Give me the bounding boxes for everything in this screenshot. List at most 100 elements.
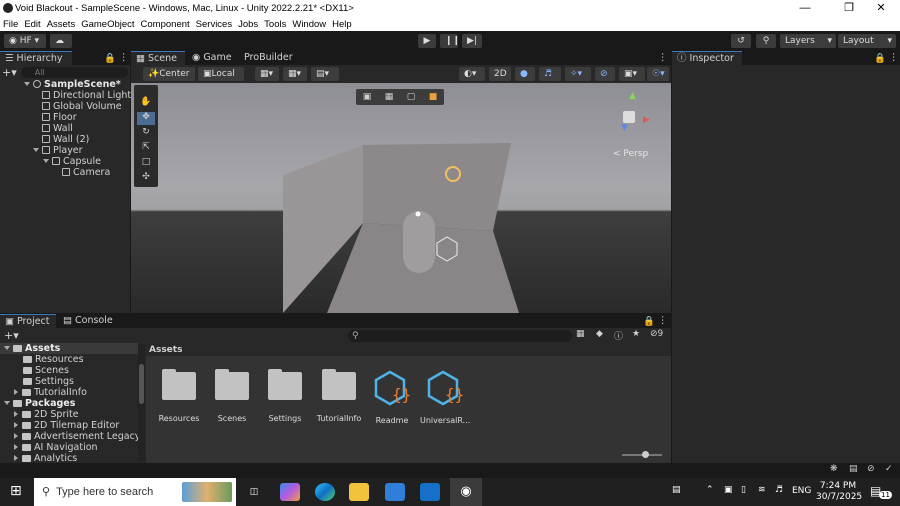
asset-tile[interactable]: Scenes [207, 369, 257, 423]
more-menu-icon[interactable]: ⋮ [658, 51, 668, 65]
tab-console[interactable]: ▤ Console [58, 314, 118, 328]
menu-assets[interactable]: Assets [47, 19, 76, 30]
object-mode-icon[interactable]: ▣ [363, 92, 372, 102]
menu-jobs[interactable]: Jobs [238, 19, 258, 30]
clock[interactable]: 7:24 PM 30/7/2025 [816, 481, 862, 503]
tree-scrollbar[interactable] [138, 344, 145, 462]
gizmos-toggle-icon[interactable]: ☉▾ [647, 67, 669, 81]
search-by-label-icon[interactable]: ◆ [596, 329, 603, 339]
lock-icon[interactable]: 🔒 [874, 52, 886, 66]
asset-tile[interactable]: TutorialInfo [314, 369, 364, 423]
menu-component[interactable]: Component [141, 19, 190, 30]
account-dropdown[interactable]: ◉ HF ▾ [4, 34, 46, 48]
render-mode-icon[interactable]: ▤▾ [311, 67, 339, 81]
volume-icon[interactable]: ♬ [775, 485, 783, 495]
step-button[interactable]: ▶| [462, 34, 482, 48]
hand-tool-icon[interactable]: ✋ [137, 97, 155, 110]
zoom-slider[interactable] [622, 451, 662, 458]
menu-edit[interactable]: Edit [24, 19, 40, 30]
minimize-button[interactable]: — [786, 0, 824, 17]
transform-tool-icon[interactable]: ✣ [137, 172, 155, 185]
tree-item[interactable]: Resources [23, 354, 84, 365]
asset-tile[interactable]: {} Readme [367, 368, 417, 425]
lighting-toggle-icon[interactable]: ● [515, 67, 535, 81]
battery-icon[interactable]: ▯ [741, 485, 746, 495]
tab-hierarchy[interactable]: ☰ Hierarchy [0, 51, 72, 65]
audio-toggle-icon[interactable]: ♬ [539, 67, 561, 81]
tree-item[interactable]: Advertisement Legacy [14, 431, 140, 442]
close-window-button[interactable]: ✕ [862, 0, 900, 17]
layout-dropdown[interactable]: Layout ▾ [838, 34, 896, 48]
scene-root[interactable]: SampleScene* [24, 79, 121, 90]
tree-scrollbar-thumb[interactable] [139, 364, 144, 404]
taskbar-search-box[interactable]: ⚲ Type here to search [34, 478, 236, 506]
tab-inspector[interactable]: ⓘ Inspector [672, 51, 742, 65]
hierarchy-item[interactable]: Camera [62, 167, 110, 178]
history-icon[interactable]: ↺ [731, 34, 751, 48]
asset-tile[interactable]: {} UniversalR... [420, 368, 470, 425]
scene-visibility-icon[interactable]: ⊘ [595, 67, 615, 81]
face-mode-icon[interactable]: ■ [429, 92, 438, 102]
hierarchy-item[interactable]: Wall (2) [42, 134, 89, 145]
tab-game[interactable]: ◉ Game [187, 51, 237, 65]
hierarchy-item[interactable]: Floor [42, 112, 77, 123]
tab-scene[interactable]: ▦ Scene [131, 51, 185, 65]
tree-item[interactable]: Scenes [23, 365, 69, 376]
edge-mode-icon[interactable]: ▢ [407, 92, 416, 102]
asset-tile[interactable]: Settings [260, 369, 310, 423]
menu-window[interactable]: Window [292, 19, 326, 30]
shading-mode-icon[interactable]: ◐▾ [459, 67, 485, 81]
pivot-local-dropdown[interactable]: ▣Local ▾ [198, 67, 244, 93]
move-tool-icon[interactable]: ✥ [137, 112, 155, 125]
favorite-star-icon[interactable]: ★ [632, 329, 640, 339]
search-by-type-icon[interactable]: ▦ [576, 329, 585, 339]
tree-assets[interactable]: Assets [0, 343, 138, 354]
tree-item[interactable]: AI Navigation [14, 442, 98, 453]
cloud-icon[interactable]: ☁ [50, 34, 72, 48]
tree-item[interactable]: Analytics [14, 453, 77, 462]
breadcrumb[interactable]: Assets [146, 344, 671, 356]
menu-gameobject[interactable]: GameObject [81, 19, 134, 30]
copilot-icon[interactable] [280, 483, 300, 501]
snap-increment-icon[interactable]: ▦▾ [283, 67, 307, 81]
wifi-icon[interactable]: ≋ [758, 485, 766, 495]
hidden-packages-icon[interactable]: ⊘9 [650, 329, 663, 339]
language-indicator[interactable]: ENG [792, 486, 811, 496]
info-icon[interactable]: ⓘ [614, 329, 623, 342]
search-icon[interactable]: ⚲ [756, 34, 776, 48]
lock-icon[interactable]: 🔒 [104, 52, 116, 66]
progress-icon[interactable]: ▤ [849, 464, 858, 474]
tree-item[interactable]: Settings [23, 376, 74, 387]
hierarchy-item[interactable]: Global Volume [42, 101, 122, 112]
vertex-mode-icon[interactable]: ▦ [385, 92, 394, 102]
meet-now-icon[interactable]: ▣ [724, 485, 733, 495]
menu-services[interactable]: Services [196, 19, 232, 30]
grid-snap-icon[interactable]: ▦▾ [255, 67, 279, 81]
microsoft-store-icon[interactable] [385, 483, 405, 501]
camera-settings-icon[interactable]: ▣▾ [619, 67, 645, 81]
file-explorer-icon[interactable] [349, 483, 369, 501]
unity-app-icon[interactable]: ◉ [450, 478, 482, 506]
pause-button[interactable]: ❙❙ [440, 34, 460, 48]
projection-label[interactable]: < Persp [613, 149, 648, 159]
tree-item[interactable]: 2D Tilemap Editor [14, 420, 119, 431]
more-menu-icon[interactable]: ⋮ [119, 51, 129, 65]
tab-project[interactable]: ▣ Project [0, 314, 56, 328]
hierarchy-search-input[interactable]: All [20, 67, 128, 78]
add-icon[interactable]: +▾ [2, 66, 17, 79]
play-button[interactable]: ▶ [418, 34, 436, 48]
rotate-tool-icon[interactable]: ↻ [137, 127, 155, 140]
menu-tools[interactable]: Tools [264, 19, 286, 30]
scene-viewport[interactable]: ✋ ✥ ↻ ⇱ □ ✣ ▣ ▦ ▢ ■ ▲ ▶ ▼ < Persp [131, 83, 671, 313]
tab-probuilder[interactable]: ProBuilder [239, 51, 298, 65]
hierarchy-item[interactable]: Capsule [43, 156, 101, 167]
checkmark-icon[interactable]: ✓ [885, 464, 893, 474]
hierarchy-item[interactable]: Directional Light [42, 90, 131, 101]
pivot-center-dropdown[interactable]: ✨Center ▾ [143, 67, 195, 93]
lock-icon[interactable]: 🔒 [643, 315, 655, 329]
zoom-slider-thumb[interactable] [642, 451, 649, 458]
show-hidden-icons-chevron[interactable]: ⌃ [706, 485, 714, 495]
create-asset-icon[interactable]: +▾ [4, 329, 19, 342]
more-menu-icon[interactable]: ⋮ [658, 314, 668, 328]
input-indicator-icon[interactable]: ▤ [672, 485, 681, 495]
